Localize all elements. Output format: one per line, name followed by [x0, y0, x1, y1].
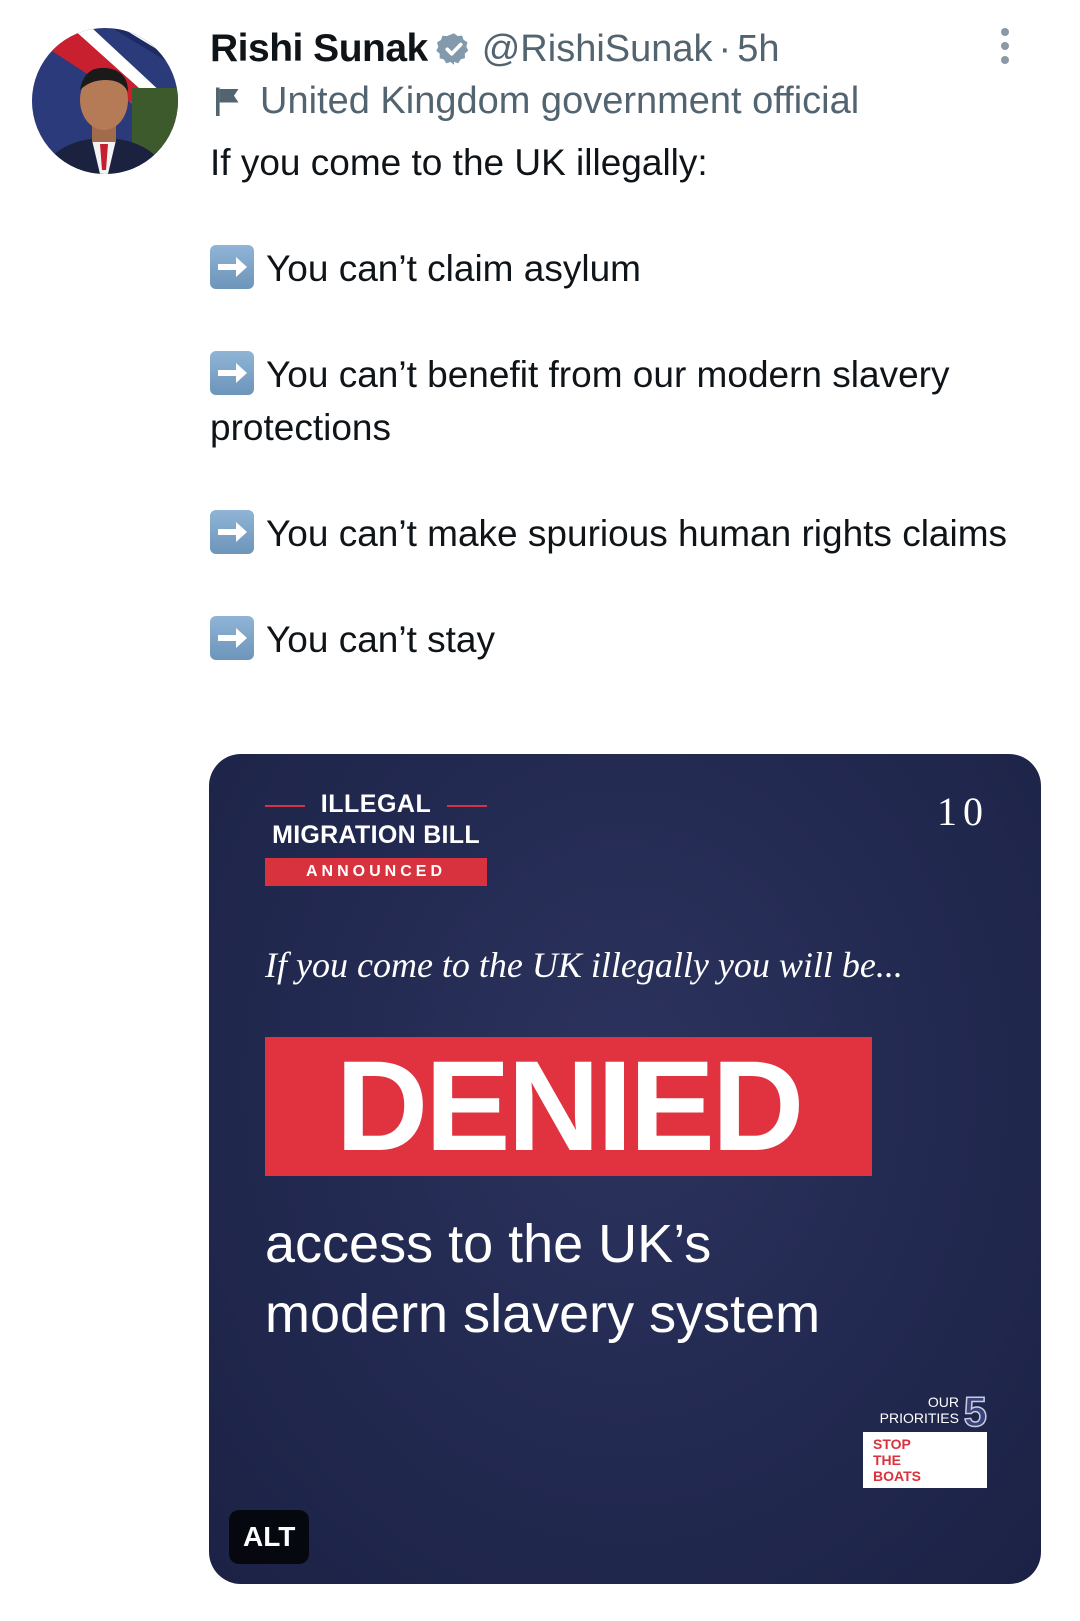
alt-text-button[interactable]: ALT	[229, 1510, 310, 1564]
denied-headline: DENIED	[335, 1034, 805, 1178]
bill-title-line1: ILLEGAL	[265, 790, 487, 819]
tweet-header: Rishi Sunak @RishiSunak · 5h	[210, 24, 1020, 74]
tweet-point-text: You can’t benefit from our modern slaver…	[210, 354, 950, 448]
the-word: THE	[873, 1452, 901, 1468]
priorities-number: 5	[963, 1387, 988, 1436]
affiliation-label[interactable]: United Kingdom government official	[210, 78, 859, 124]
tweet-point-text: You can’t claim asylum	[266, 248, 641, 289]
right-arrow-emoji-icon	[210, 510, 254, 554]
media-subtext-line2: modern slavery system	[265, 1284, 821, 1344]
separator-dot: ·	[718, 27, 732, 70]
media-subtext-line1: access to the UK’s	[265, 1214, 712, 1274]
priorities-logo: OUR PRIORITIES 5 STOP THE BOATS	[863, 1387, 988, 1488]
tweet-point-text: You can’t stay	[266, 619, 496, 660]
number-10-logo: 10	[937, 789, 989, 834]
boats-word: BOATS	[873, 1468, 921, 1484]
avatar[interactable]	[32, 28, 178, 174]
author-handle[interactable]: @RishiSunak	[482, 28, 713, 71]
tweet-intro: If you come to the UK illegally:	[210, 142, 708, 183]
bill-title-line2: MIGRATION BILL	[272, 821, 480, 849]
right-arrow-emoji-icon	[210, 245, 254, 289]
right-arrow-emoji-icon	[210, 616, 254, 660]
tweet-point: You can’t make spurious human rights cla…	[210, 507, 1030, 560]
timestamp[interactable]: 5h	[737, 28, 779, 71]
bill-status: ANNOUNCED	[265, 858, 487, 886]
author-name[interactable]: Rishi Sunak	[210, 27, 428, 71]
avatar-photo	[32, 28, 178, 174]
tweet-point-text: You can’t make spurious human rights cla…	[266, 513, 1008, 554]
affiliation-label-text: United Kingdom government official	[260, 79, 860, 122]
more-options-icon[interactable]	[998, 28, 1012, 64]
denied-banner: DENIED	[265, 1037, 872, 1176]
media-subtext: access to the UK’s modern slavery system	[265, 1209, 985, 1349]
priorities-our: OUR	[927, 1394, 959, 1410]
flag-icon	[210, 83, 246, 119]
right-arrow-emoji-icon	[210, 351, 254, 395]
stop-the-boats-box: STOP THE BOATS	[863, 1432, 987, 1488]
verified-badge-icon[interactable]	[436, 31, 472, 67]
bill-badge: ILLEGAL MIGRATION BILL ANNOUNCED	[265, 790, 487, 886]
priorities-label: PRIORITIES	[879, 1410, 959, 1426]
tweet-point: You can’t stay	[210, 613, 1030, 666]
tweet-point: You can’t benefit from our modern slaver…	[210, 348, 1030, 454]
stop-word: STOP	[873, 1436, 911, 1452]
tweet-point: You can’t claim asylum	[210, 242, 1030, 295]
tweet-text: If you come to the UK illegally: You can…	[210, 136, 1030, 666]
tweet-media-image[interactable]: ILLEGAL MIGRATION BILL ANNOUNCED 10 If y…	[209, 754, 1041, 1584]
media-lead-text: If you come to the UK illegally you will…	[265, 945, 903, 985]
